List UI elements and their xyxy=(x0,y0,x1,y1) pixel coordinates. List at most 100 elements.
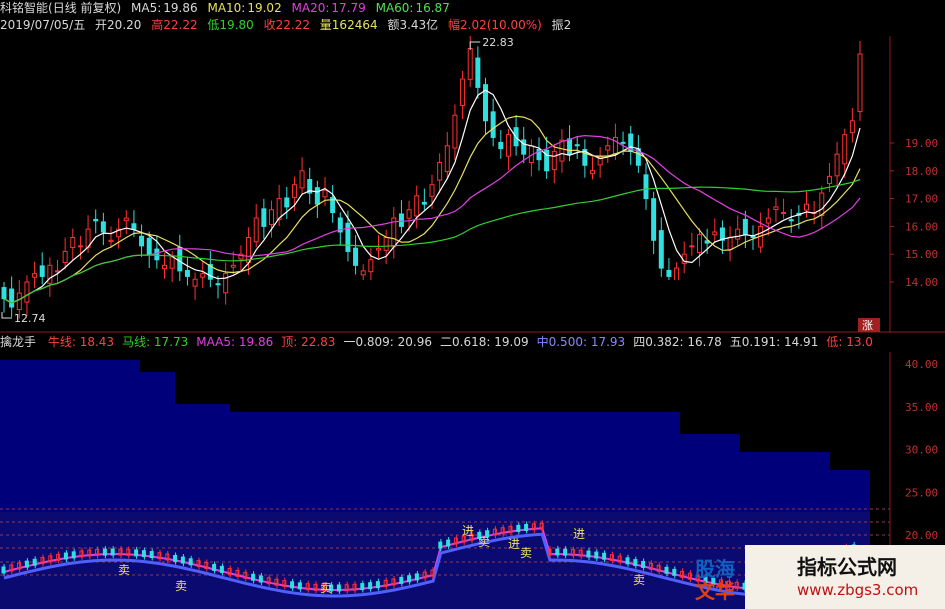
sub-candle-body xyxy=(212,563,217,571)
indicator-value-4: 一0.809: 20.96 xyxy=(343,335,433,349)
candle-body xyxy=(826,175,832,184)
candle-body xyxy=(735,228,741,240)
trough-label: 12.74 xyxy=(14,312,46,325)
candle-body xyxy=(788,219,794,222)
sub-candle-body xyxy=(336,584,341,592)
indicator-values: 牛线: 18.43 马线: 17.73 MAA5: 19.86 顶: 22.83 一0.… xyxy=(48,335,881,349)
quote-close: 收22.22 xyxy=(263,18,310,32)
candle-body xyxy=(345,222,351,252)
candle-body xyxy=(590,170,595,175)
candle-body xyxy=(70,237,76,249)
quote-high: 高22.22 xyxy=(151,18,198,32)
candle-body xyxy=(299,170,305,189)
candle-body xyxy=(1,287,7,300)
trough-marker xyxy=(1,312,12,319)
sub-candle-body xyxy=(602,552,607,560)
price-tick-label: 18.00 xyxy=(905,165,938,178)
quote-date: 2019/07/05/五 xyxy=(0,18,86,32)
candle-body xyxy=(620,141,626,144)
sub-candle-body xyxy=(407,575,412,583)
candle-body xyxy=(322,189,328,198)
candle-body xyxy=(200,273,206,278)
candle-body xyxy=(253,217,259,243)
ma20-value: 17.79 xyxy=(331,1,366,15)
candle-body xyxy=(773,206,779,210)
limit-up-text: 涨 xyxy=(862,319,873,332)
ma5-label: MA5: xyxy=(131,1,162,15)
candle-body xyxy=(215,283,221,286)
candle-body xyxy=(765,217,771,224)
sub-candle-body xyxy=(63,552,68,560)
buy-signal: 进 xyxy=(508,537,520,551)
candle-body xyxy=(284,197,290,208)
candle-body xyxy=(192,278,198,287)
stock-name: 科铭智能 xyxy=(0,1,49,15)
candle-body xyxy=(849,120,855,134)
candle-body xyxy=(819,192,825,216)
candle-body xyxy=(834,153,840,177)
sub-candle-body xyxy=(360,583,365,591)
candle-body xyxy=(230,264,236,268)
sub-candle-body xyxy=(586,550,591,558)
sub-candle-body xyxy=(1,566,6,574)
ma10-value: 19.02 xyxy=(247,1,282,15)
candle-body xyxy=(567,138,573,155)
sub-candle-body xyxy=(149,551,154,559)
candle-body xyxy=(475,57,481,88)
sub-candle-body xyxy=(180,556,185,564)
sub-candle-body xyxy=(524,523,529,531)
sub-candle-body xyxy=(251,573,256,581)
candle-body xyxy=(39,265,45,277)
candle-body xyxy=(605,145,611,151)
sub-candle-body xyxy=(258,575,263,583)
indicator-value-9: 低: 13.0 xyxy=(826,335,873,349)
indicator-tick-label: 25.00 xyxy=(905,486,938,499)
quote-row: 2019/07/05/五 开20.20 高22.22 低19.80 收22.22… xyxy=(0,17,577,34)
candle-body xyxy=(804,203,809,211)
sub-candle-body xyxy=(141,550,146,558)
sub-candle-body xyxy=(633,559,638,567)
price-tick-label: 19.00 xyxy=(905,137,938,150)
candle-body xyxy=(612,136,618,154)
buy-signal: 进 xyxy=(573,527,585,541)
indicator-value-8: 五0.191: 14.91 xyxy=(729,335,819,349)
quote-amount: 额3.43亿 xyxy=(387,18,439,32)
buy-signal: 进 xyxy=(462,524,474,538)
peak-label: 22.83 xyxy=(482,36,514,49)
candle-body xyxy=(62,250,68,264)
site-watermark: 股海 文华 指标公式网 www.zbgs3.com xyxy=(695,545,945,609)
candle-body xyxy=(842,134,848,165)
sub-candle-body xyxy=(110,548,115,556)
candle-body xyxy=(368,259,374,273)
quote-header: 科铭智能(日线 前复权) MA5: 19.86 MA10: 19.02 MA20: 1… xyxy=(0,0,945,36)
sub-candle-body xyxy=(219,565,224,573)
sub-candle-body xyxy=(297,582,302,590)
sub-candle-body xyxy=(672,568,677,576)
indicator-value-7: 四0.382: 16.78 xyxy=(633,335,722,349)
sub-candle-body xyxy=(188,558,193,566)
sub-candle-body xyxy=(641,560,646,568)
chart-occluder xyxy=(235,280,710,330)
indicator-header: 擒龙手 牛线: 18.43 马线: 17.73 MAA5: 19.86 顶: 22.8… xyxy=(0,333,945,352)
sub-candle-body xyxy=(32,558,37,566)
sell-signal: 卖 xyxy=(320,581,332,595)
candle-body xyxy=(261,208,267,227)
candles xyxy=(1,34,863,319)
watermark-url: www.zbgs3.com xyxy=(797,581,919,599)
ma60-label: MA60: xyxy=(375,1,414,15)
candle-body xyxy=(146,237,152,255)
ma20-label: MA20: xyxy=(291,1,330,15)
candle-body xyxy=(376,248,381,251)
indicator-name: 擒龙手 xyxy=(0,335,37,349)
candlestick-chart[interactable]: 19.00 18.00 17.00 16.00 15.00 14.00 22.83 12.74… xyxy=(0,0,945,333)
sell-signal: 卖 xyxy=(478,535,490,549)
candle-body xyxy=(131,223,137,230)
sub-candle-body xyxy=(555,548,560,556)
indicator-tick-label: 20.00 xyxy=(905,529,938,542)
sub-candle-body xyxy=(563,548,568,556)
candle-body xyxy=(689,245,695,248)
candle-body xyxy=(9,288,15,308)
sell-signal: 卖 xyxy=(633,573,645,587)
sub-candle-body xyxy=(71,551,76,559)
sub-candle-body xyxy=(173,554,178,562)
